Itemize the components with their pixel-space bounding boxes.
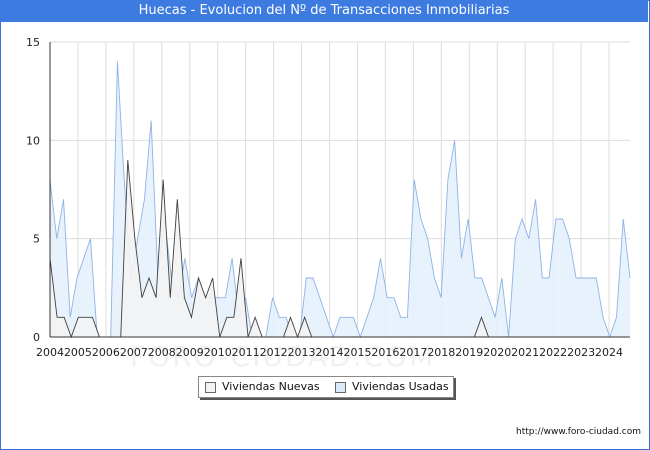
x-tick-label-2024: 2024	[595, 346, 623, 359]
x-tick-label-2009: 2009	[176, 346, 204, 359]
x-tick-label-2005: 2005	[64, 346, 92, 359]
y-tick-label-10: 10	[26, 134, 40, 147]
x-tick-label-2018: 2018	[427, 346, 455, 359]
x-tick-label-2019: 2019	[455, 346, 483, 359]
x-tick-label-2012: 2012	[260, 346, 288, 359]
x-tick-label-2023: 2023	[567, 346, 595, 359]
x-tick-label-2020: 2020	[483, 346, 511, 359]
x-tick-label-2013: 2013	[288, 346, 316, 359]
x-tick-label-2004: 2004	[36, 346, 64, 359]
x-tick-label-2006: 2006	[92, 346, 120, 359]
x-tick-label-2011: 2011	[232, 346, 260, 359]
x-tick-label-2010: 2010	[204, 346, 232, 359]
y-tick-label-0: 0	[33, 331, 40, 344]
legend-label-nuevas: Viviendas Nuevas	[222, 380, 320, 393]
x-tick-label-2021: 2021	[511, 346, 539, 359]
x-tick-label-2015: 2015	[343, 346, 371, 359]
x-tick-label-2022: 2022	[539, 346, 567, 359]
x-tick-label-2008: 2008	[148, 346, 176, 359]
legend-label-usadas: Viviendas Usadas	[352, 380, 449, 393]
legend-swatch-usadas	[335, 382, 346, 393]
y-tick-label-5: 5	[33, 233, 40, 246]
x-tick-label-2016: 2016	[371, 346, 399, 359]
x-tick-label-2017: 2017	[399, 346, 427, 359]
x-tick-label-2007: 2007	[120, 346, 148, 359]
legend: Viviendas Nuevas Viviendas Usadas	[198, 376, 454, 398]
x-tick-label-2014: 2014	[316, 346, 344, 359]
legend-swatch-nuevas	[205, 382, 216, 393]
source-url: http://www.foro-ciudad.com	[516, 427, 641, 437]
y-tick-label-15: 15	[26, 36, 40, 49]
